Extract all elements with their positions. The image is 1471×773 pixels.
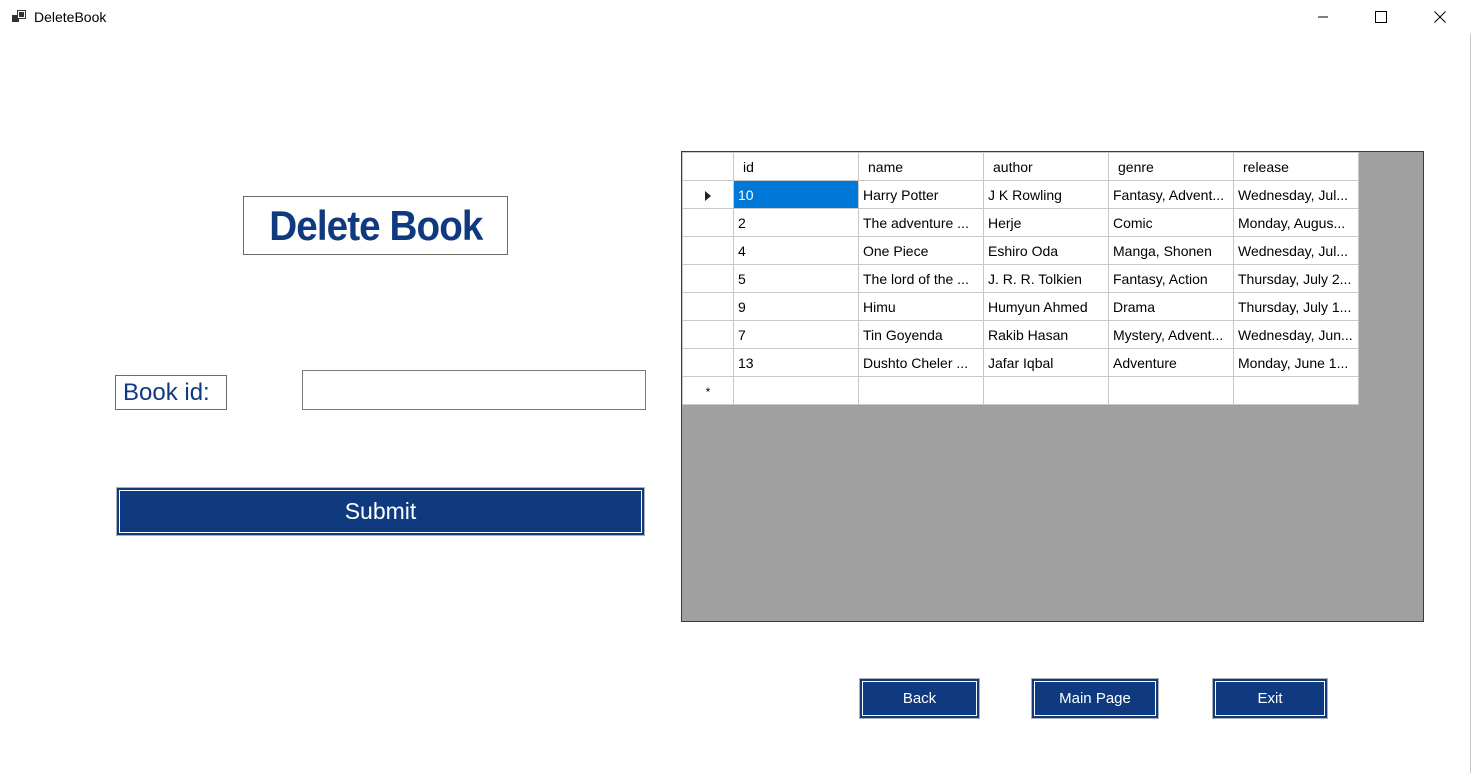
cell-genre[interactable]: Manga, Shonen [1108,236,1234,265]
cell-name[interactable]: Harry Potter [858,180,984,209]
page-title-text: Delete Book [268,201,483,249]
cell-id[interactable]: 13 [733,348,859,377]
maximize-button[interactable] [1352,0,1410,34]
cell-name[interactable]: The adventure ... [858,208,984,237]
cell-release[interactable]: Thursday, July 2... [1233,264,1359,293]
books-data-grid[interactable]: id name author genre release 10 Harry Po… [681,151,1424,622]
cell-author[interactable]: Eshiro Oda [983,236,1109,265]
new-row-star-icon: * [705,384,711,399]
close-icon [1434,11,1446,23]
row-header[interactable]: * [682,376,734,405]
maximize-icon [1375,11,1387,23]
cell-id[interactable]: 5 [733,264,859,293]
cell-author[interactable]: Humyun Ahmed [983,292,1109,321]
cell-name[interactable]: Tin Goyenda [858,320,984,349]
cell-release[interactable]: Thursday, July 1... [1233,292,1359,321]
back-button[interactable]: Back [859,678,980,719]
table-row[interactable]: 5 The lord of the ... J. R. R. Tolkien F… [682,264,1359,293]
table-row[interactable]: 10 Harry Potter J K Rowling Fantasy, Adv… [682,180,1359,209]
minimize-button[interactable] [1294,0,1352,34]
row-header[interactable] [682,264,734,293]
window-title: DeleteBook [34,9,107,25]
current-row-arrow-icon [705,190,711,201]
cell-genre[interactable]: Fantasy, Advent... [1108,180,1234,209]
new-cell-name[interactable] [858,376,984,405]
cell-name[interactable]: The lord of the ... [858,264,984,293]
column-header-id[interactable]: id [733,152,859,181]
column-header-name[interactable]: name [858,152,984,181]
cell-id[interactable]: 10 [733,180,859,209]
row-header[interactable] [682,208,734,237]
new-row[interactable]: * [682,376,1359,405]
cell-author[interactable]: J. R. R. Tolkien [983,264,1109,293]
row-header[interactable] [682,348,734,377]
cell-genre[interactable]: Comic [1108,208,1234,237]
cell-id[interactable]: 9 [733,292,859,321]
cell-release[interactable]: Monday, Augus... [1233,208,1359,237]
cell-genre[interactable]: Mystery, Advent... [1108,320,1234,349]
table-row[interactable]: 7 Tin Goyenda Rakib Hasan Mystery, Adven… [682,320,1359,349]
cell-release[interactable]: Wednesday, Jun... [1233,320,1359,349]
main-page-button[interactable]: Main Page [1031,678,1159,719]
row-header[interactable] [682,320,734,349]
exit-button[interactable]: Exit [1212,678,1328,719]
app-icon [12,10,26,22]
new-cell-author[interactable] [983,376,1109,405]
cell-id[interactable]: 2 [733,208,859,237]
cell-name[interactable]: Dushto Cheler ... [858,348,984,377]
cell-author[interactable]: Jafar Iqbal [983,348,1109,377]
cell-author[interactable]: J K Rowling [983,180,1109,209]
close-button[interactable] [1411,0,1469,34]
new-cell-genre[interactable] [1108,376,1234,405]
column-header-release[interactable]: release [1233,152,1359,181]
table-row[interactable]: 9 Himu Humyun Ahmed Drama Thursday, July… [682,292,1359,321]
table-row[interactable]: 4 One Piece Eshiro Oda Manga, Shonen Wed… [682,236,1359,265]
title-bar: DeleteBook [0,0,1471,34]
new-cell-release[interactable] [1233,376,1359,405]
cell-genre[interactable]: Drama [1108,292,1234,321]
books-table: id name author genre release 10 Harry Po… [682,152,1359,405]
cell-name[interactable]: Himu [858,292,984,321]
cell-release[interactable]: Wednesday, Jul... [1233,236,1359,265]
cell-genre[interactable]: Adventure [1108,348,1234,377]
column-header-genre[interactable]: genre [1108,152,1234,181]
row-header[interactable] [682,236,734,265]
table-row[interactable]: 2 The adventure ... Herje Comic Monday, … [682,208,1359,237]
page-title: Delete Book [243,196,508,255]
header-row: id name author genre release [682,152,1359,181]
table-row[interactable]: 13 Dushto Cheler ... Jafar Iqbal Adventu… [682,348,1359,377]
minimize-icon [1318,16,1328,18]
cell-genre[interactable]: Fantasy, Action [1108,264,1234,293]
new-cell-id[interactable] [733,376,859,405]
book-id-label: Book id: [115,375,227,410]
book-id-input[interactable] [302,370,646,410]
corner-header[interactable] [682,152,734,181]
cell-release[interactable]: Wednesday, Jul... [1233,180,1359,209]
column-header-author[interactable]: author [983,152,1109,181]
cell-author[interactable]: Herje [983,208,1109,237]
cell-release[interactable]: Monday, June 1... [1233,348,1359,377]
cell-author[interactable]: Rakib Hasan [983,320,1109,349]
cell-name[interactable]: One Piece [858,236,984,265]
row-header[interactable] [682,180,734,209]
cell-id[interactable]: 7 [733,320,859,349]
cell-id[interactable]: 4 [733,236,859,265]
submit-button[interactable]: Submit [116,487,645,536]
row-header[interactable] [682,292,734,321]
